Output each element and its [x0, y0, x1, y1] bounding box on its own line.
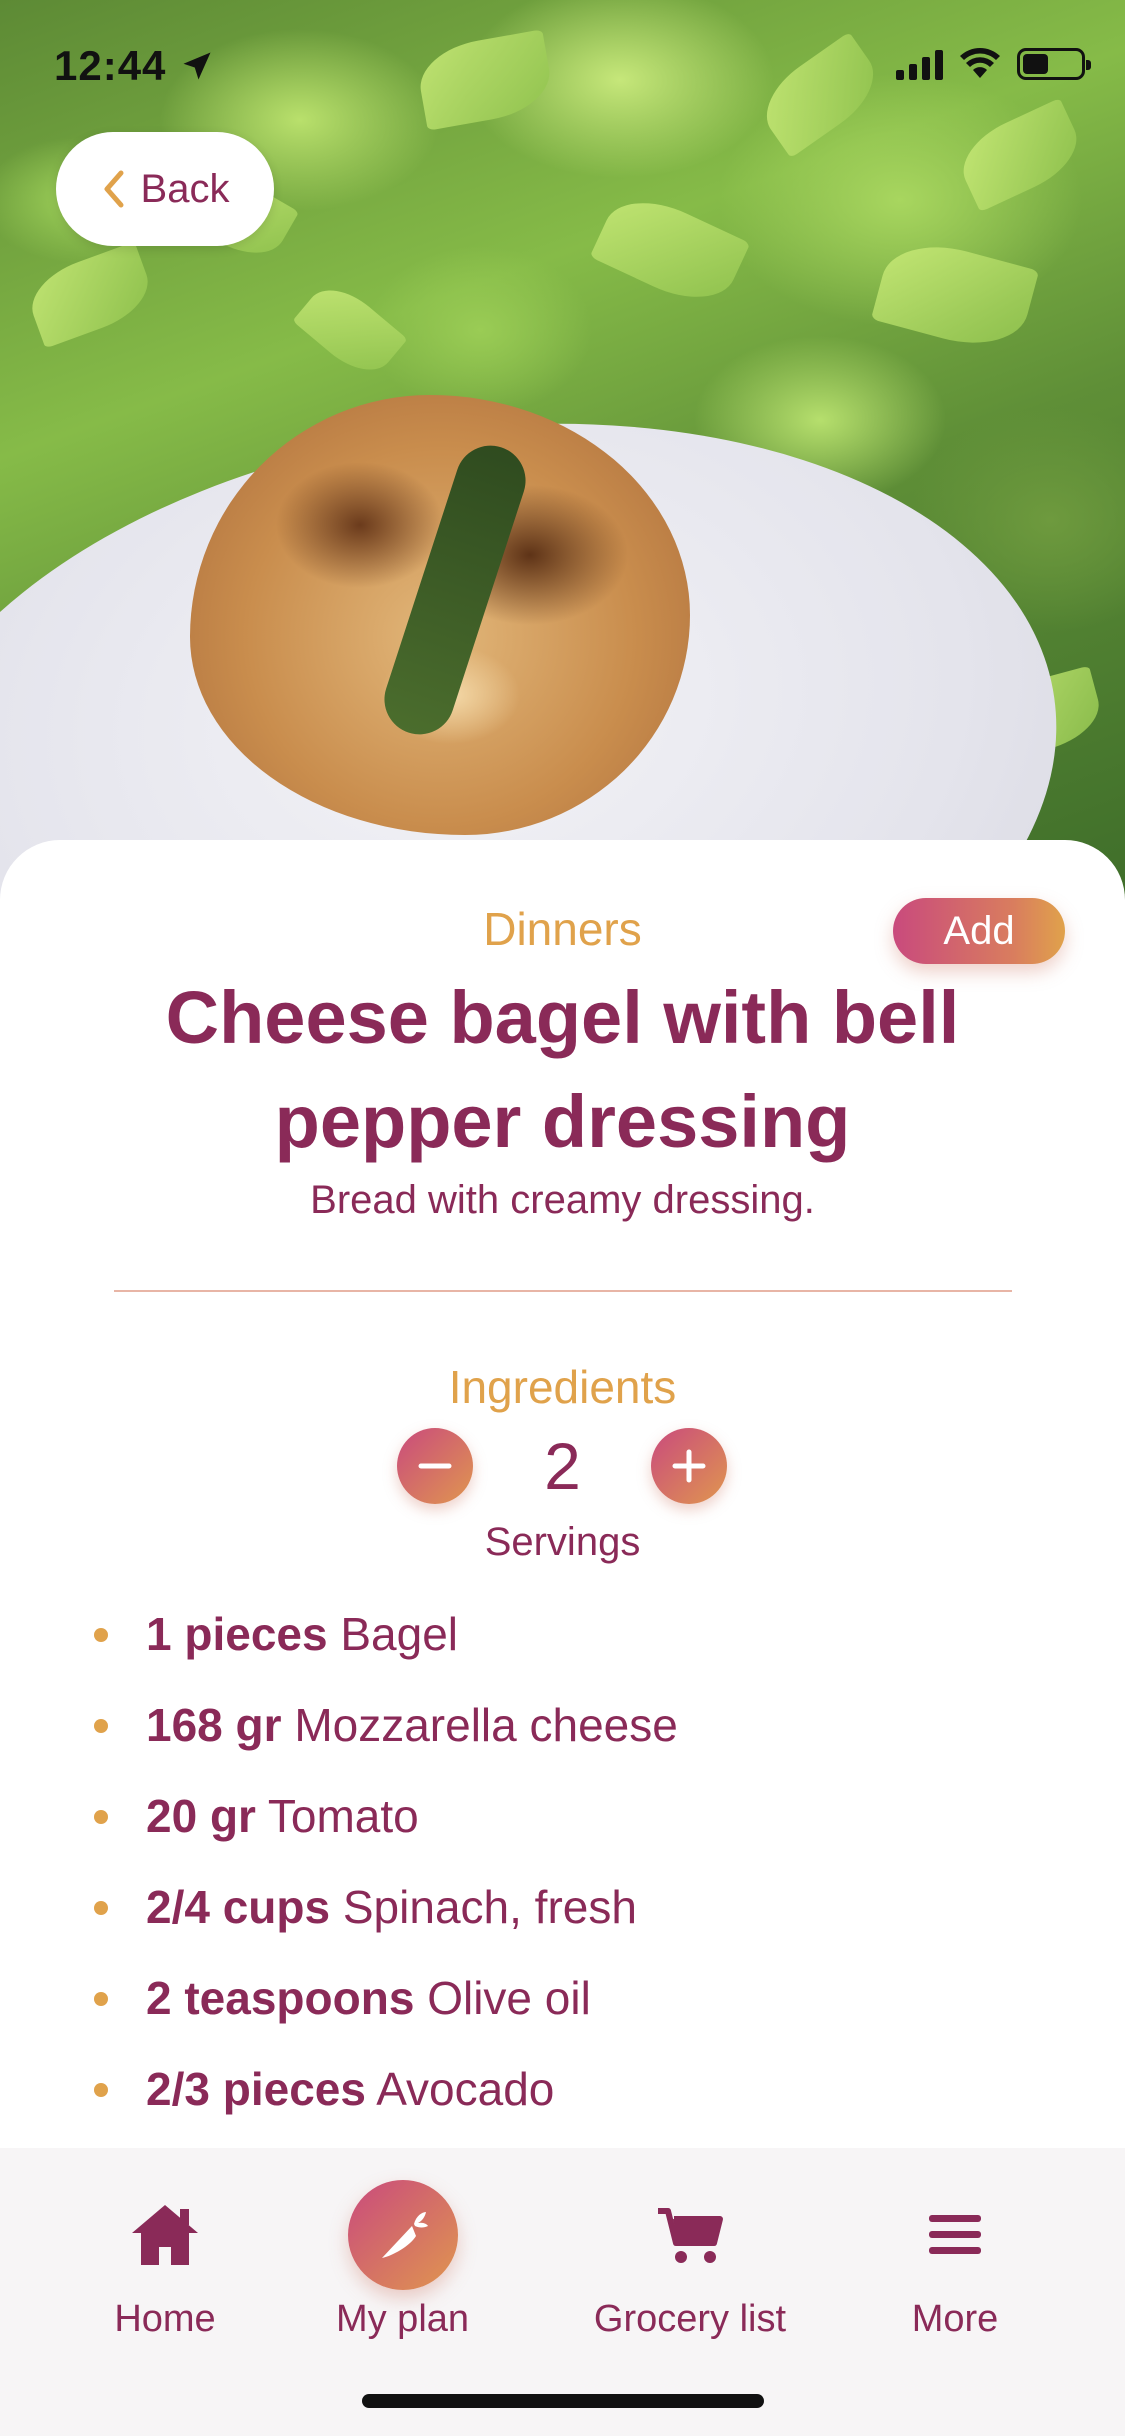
ingredient-quantity: 2/4 cups: [146, 1881, 331, 1933]
tab-my-plan[interactable]: My plan: [320, 2180, 485, 2341]
ingredient-quantity: 20 gr: [146, 1790, 256, 1842]
ingredient-item: 1 pieces Bagel: [94, 1604, 1034, 1695]
chevron-left-icon: [104, 170, 124, 208]
minus-icon: [418, 1463, 452, 1469]
ingredient-list: 1 pieces Bagel 168 gr Mozzarella cheese …: [94, 1604, 1034, 2150]
status-indicators: [896, 48, 1091, 80]
divider: [114, 1290, 1012, 1292]
ingredient-item: 2/3 pieces Avocado: [94, 2059, 1034, 2150]
ingredient-name: Bagel: [340, 1608, 459, 1660]
ingredient-item: 2 teaspoons Olive oil: [94, 1968, 1034, 2059]
back-label: Back: [140, 166, 230, 211]
ingredient-name: Olive oil: [427, 1972, 591, 2024]
recipe-category: Dinners: [483, 903, 642, 955]
ingredient-quantity: 168 gr: [146, 1699, 282, 1751]
tab-my-plan-label: My plan: [335, 2298, 470, 2340]
ingredient-item: 2/4 cups Spinach, fresh: [94, 1877, 1034, 1968]
servings-label: Servings: [484, 1520, 641, 1564]
ingredient-quantity: 1 pieces: [146, 1608, 328, 1660]
servings-count: 2: [544, 1429, 581, 1503]
increase-servings-button[interactable]: [651, 1428, 727, 1504]
recipe-description: Bread with creamy dressing.: [310, 1178, 815, 1222]
ingredient-item: 20 gr Tomato: [94, 1786, 1034, 1877]
location-arrow-icon: [183, 52, 211, 80]
status-time: 12:44: [54, 42, 215, 90]
cart-icon: [658, 2208, 723, 2263]
back-button[interactable]: Back: [56, 132, 274, 246]
ingredient-name: Spinach, fresh: [342, 1881, 637, 1933]
ingredient-name: Mozzarella cheese: [294, 1699, 678, 1751]
ingredient-name: Avocado: [376, 2063, 555, 2115]
ingredient-quantity: 2 teaspoons: [146, 1972, 415, 2024]
tab-more[interactable]: More: [880, 2180, 1030, 2341]
tab-home-label: Home: [114, 2298, 216, 2340]
plus-icon: [672, 1449, 706, 1483]
tab-home[interactable]: Home: [90, 2180, 240, 2341]
tab-grocery-list[interactable]: Grocery list: [570, 2180, 810, 2341]
ingredient-name: Tomato: [267, 1790, 419, 1842]
ingredients-heading: Ingredients: [448, 1361, 677, 1413]
carrot-icon: [381, 2212, 428, 2258]
cellular-signal-icon: [896, 48, 943, 80]
home-indicator: [362, 2394, 764, 2408]
wifi-icon: [960, 48, 1000, 78]
tab-grocery-list-label: Grocery list: [593, 2298, 787, 2340]
battery-icon: [1017, 48, 1091, 80]
ingredient-item: 168 gr Mozzarella cheese: [94, 1695, 1034, 1786]
decrease-servings-button[interactable]: [397, 1428, 473, 1504]
ingredient-quantity: 2/3 pieces: [146, 2063, 366, 2115]
recipe-title: Cheese bagel with bell pepper dressing: [165, 976, 960, 1163]
home-icon: [132, 2205, 198, 2265]
tab-more-label: More: [911, 2298, 999, 2340]
menu-icon: [929, 2215, 981, 2254]
